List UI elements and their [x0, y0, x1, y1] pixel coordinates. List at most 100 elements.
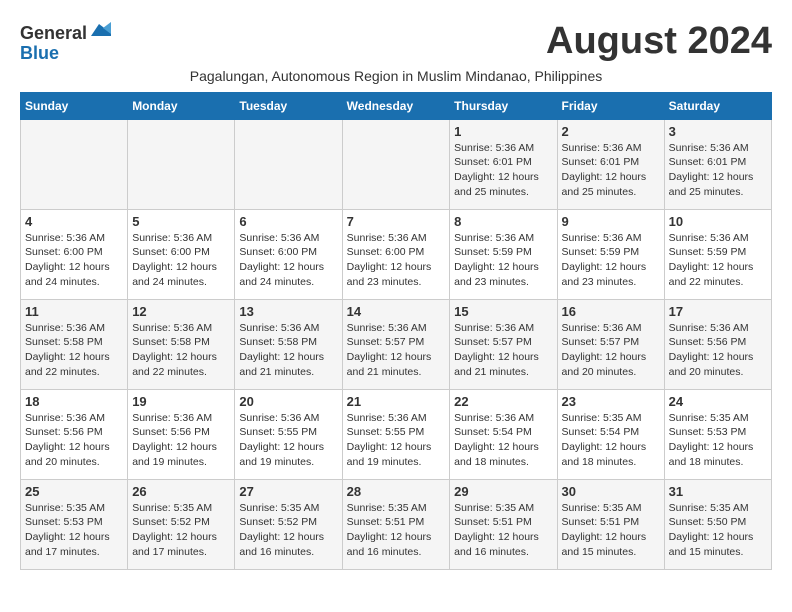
day-number: 2	[562, 124, 660, 139]
calendar-cell: 28Sunrise: 5:35 AM Sunset: 5:51 PM Dayli…	[342, 479, 450, 569]
day-info: Sunrise: 5:36 AM Sunset: 5:58 PM Dayligh…	[239, 321, 337, 380]
calendar-cell: 3 Sunrise: 5:36 AM Sunset: 6:01 PM Daylig…	[664, 119, 771, 209]
day-info: Sunrise: 5:36 AM Sunset: 5:55 PM Dayligh…	[239, 411, 337, 470]
day-info: Sunrise: 5:35 AM Sunset: 5:52 PM Dayligh…	[132, 501, 230, 560]
day-info: Sunrise: 5:36 AM Sunset: 6:00 PM Dayligh…	[239, 231, 337, 290]
day-number: 17	[669, 304, 767, 319]
day-number: 1	[454, 124, 552, 139]
calendar-cell: 24 Sunrise: 5:35 AM Sunset: 5:53 PM Dayli…	[664, 389, 771, 479]
day-number: 21	[347, 394, 446, 409]
calendar-cell: 20 Sunrise: 5:36 AM Sunset: 5:55 PM Dayli…	[235, 389, 342, 479]
column-header-monday: Monday	[128, 92, 235, 119]
day-info: Sunrise: 5:36 AM Sunset: 6:01 PM Dayligh…	[562, 141, 660, 200]
calendar-cell	[21, 119, 128, 209]
calendar-cell: 15 Sunrise: 5:36 AM Sunset: 5:57 PM Dayli…	[450, 299, 557, 389]
calendar-cell: 14 Sunrise: 5:36 AM Sunset: 5:57 PM Dayli…	[342, 299, 450, 389]
day-info: Sunrise: 5:36 AM Sunset: 6:01 PM Dayligh…	[669, 141, 767, 200]
day-number: 22	[454, 394, 552, 409]
calendar-cell: 19 Sunrise: 5:36 AM Sunset: 5:56 PM Dayli…	[128, 389, 235, 479]
logo: General Blue	[20, 24, 111, 64]
day-info: Sunrise: 5:36 AM Sunset: 5:54 PM Dayligh…	[454, 411, 552, 470]
calendar-cell: 7Sunrise: 5:36 AM Sunset: 6:00 PM Daylig…	[342, 209, 450, 299]
logo-icon	[89, 20, 111, 40]
day-number: 26	[132, 484, 230, 499]
day-number: 18	[25, 394, 123, 409]
calendar-cell: 29Sunrise: 5:35 AM Sunset: 5:51 PM Dayli…	[450, 479, 557, 569]
day-info: Sunrise: 5:36 AM Sunset: 5:58 PM Dayligh…	[132, 321, 230, 380]
logo-blue: Blue	[20, 43, 59, 63]
day-info: Sunrise: 5:36 AM Sunset: 5:56 PM Dayligh…	[132, 411, 230, 470]
calendar-cell: 26 Sunrise: 5:35 AM Sunset: 5:52 PM Dayli…	[128, 479, 235, 569]
calendar-cell: 10 Sunrise: 5:36 AM Sunset: 5:59 PM Dayli…	[664, 209, 771, 299]
calendar-cell: 1 Sunrise: 5:36 AM Sunset: 6:01 PM Daylig…	[450, 119, 557, 209]
day-number: 10	[669, 214, 767, 229]
day-info: Sunrise: 5:35 AM Sunset: 5:53 PM Dayligh…	[669, 411, 767, 470]
calendar-table: SundayMondayTuesdayWednesdayThursdayFrid…	[20, 92, 772, 570]
day-number: 8	[454, 214, 552, 229]
day-number: 30	[562, 484, 660, 499]
calendar-cell: 2 Sunrise: 5:36 AM Sunset: 6:01 PM Daylig…	[557, 119, 664, 209]
column-header-saturday: Saturday	[664, 92, 771, 119]
day-number: 28	[347, 484, 446, 499]
day-number: 24	[669, 394, 767, 409]
day-info: Sunrise: 5:35 AM Sunset: 5:52 PM Dayligh…	[239, 501, 337, 560]
calendar-cell: 5 Sunrise: 5:36 AM Sunset: 6:00 PM Daylig…	[128, 209, 235, 299]
day-number: 6	[239, 214, 337, 229]
calendar-cell: 13Sunrise: 5:36 AM Sunset: 5:58 PM Dayli…	[235, 299, 342, 389]
day-number: 20	[239, 394, 337, 409]
day-number: 16	[562, 304, 660, 319]
day-number: 27	[239, 484, 337, 499]
calendar-cell	[235, 119, 342, 209]
day-number: 14	[347, 304, 446, 319]
day-number: 7	[347, 214, 446, 229]
subtitle: Pagalungan, Autonomous Region in Muslim …	[20, 68, 772, 84]
day-info: Sunrise: 5:36 AM Sunset: 6:01 PM Dayligh…	[454, 141, 552, 200]
calendar-cell	[342, 119, 450, 209]
column-header-friday: Friday	[557, 92, 664, 119]
column-header-tuesday: Tuesday	[235, 92, 342, 119]
day-info: Sunrise: 5:36 AM Sunset: 5:59 PM Dayligh…	[669, 231, 767, 290]
column-header-thursday: Thursday	[450, 92, 557, 119]
day-info: Sunrise: 5:36 AM Sunset: 5:55 PM Dayligh…	[347, 411, 446, 470]
calendar-cell: 23Sunrise: 5:35 AM Sunset: 5:54 PM Dayli…	[557, 389, 664, 479]
calendar-cell: 16 Sunrise: 5:36 AM Sunset: 5:57 PM Dayli…	[557, 299, 664, 389]
day-number: 15	[454, 304, 552, 319]
day-number: 11	[25, 304, 123, 319]
day-info: Sunrise: 5:36 AM Sunset: 5:56 PM Dayligh…	[669, 321, 767, 380]
calendar-cell: 11 Sunrise: 5:36 AM Sunset: 5:58 PM Dayli…	[21, 299, 128, 389]
day-info: Sunrise: 5:36 AM Sunset: 5:57 PM Dayligh…	[454, 321, 552, 380]
day-number: 12	[132, 304, 230, 319]
day-number: 9	[562, 214, 660, 229]
day-info: Sunrise: 5:35 AM Sunset: 5:53 PM Dayligh…	[25, 501, 123, 560]
column-header-sunday: Sunday	[21, 92, 128, 119]
day-info: Sunrise: 5:35 AM Sunset: 5:50 PM Dayligh…	[669, 501, 767, 560]
day-number: 19	[132, 394, 230, 409]
month-title: August 2024	[546, 20, 772, 63]
calendar-cell: 17 Sunrise: 5:36 AM Sunset: 5:56 PM Dayli…	[664, 299, 771, 389]
day-number: 5	[132, 214, 230, 229]
logo-general: General	[20, 24, 87, 44]
day-info: Sunrise: 5:35 AM Sunset: 5:51 PM Dayligh…	[562, 501, 660, 560]
calendar-cell: 21 Sunrise: 5:36 AM Sunset: 5:55 PM Dayli…	[342, 389, 450, 479]
calendar-cell: 30 Sunrise: 5:35 AM Sunset: 5:51 PM Dayli…	[557, 479, 664, 569]
day-number: 23	[562, 394, 660, 409]
calendar-cell: 18Sunrise: 5:36 AM Sunset: 5:56 PM Dayli…	[21, 389, 128, 479]
calendar-cell: 8Sunrise: 5:36 AM Sunset: 5:59 PM Daylig…	[450, 209, 557, 299]
day-info: Sunrise: 5:36 AM Sunset: 5:57 PM Dayligh…	[347, 321, 446, 380]
day-info: Sunrise: 5:36 AM Sunset: 6:00 PM Dayligh…	[25, 231, 123, 290]
column-header-wednesday: Wednesday	[342, 92, 450, 119]
calendar-cell: 31 Sunrise: 5:35 AM Sunset: 5:50 PM Dayli…	[664, 479, 771, 569]
day-info: Sunrise: 5:36 AM Sunset: 5:59 PM Dayligh…	[562, 231, 660, 290]
calendar-cell: 6 Sunrise: 5:36 AM Sunset: 6:00 PM Daylig…	[235, 209, 342, 299]
day-info: Sunrise: 5:36 AM Sunset: 6:00 PM Dayligh…	[132, 231, 230, 290]
calendar-cell	[128, 119, 235, 209]
calendar-cell: 22 Sunrise: 5:36 AM Sunset: 5:54 PM Dayli…	[450, 389, 557, 479]
day-number: 29	[454, 484, 552, 499]
day-number: 4	[25, 214, 123, 229]
day-info: Sunrise: 5:36 AM Sunset: 5:58 PM Dayligh…	[25, 321, 123, 380]
day-info: Sunrise: 5:36 AM Sunset: 5:57 PM Dayligh…	[562, 321, 660, 380]
calendar-cell: 12 Sunrise: 5:36 AM Sunset: 5:58 PM Dayli…	[128, 299, 235, 389]
day-number: 25	[25, 484, 123, 499]
day-number: 3	[669, 124, 767, 139]
day-number: 31	[669, 484, 767, 499]
